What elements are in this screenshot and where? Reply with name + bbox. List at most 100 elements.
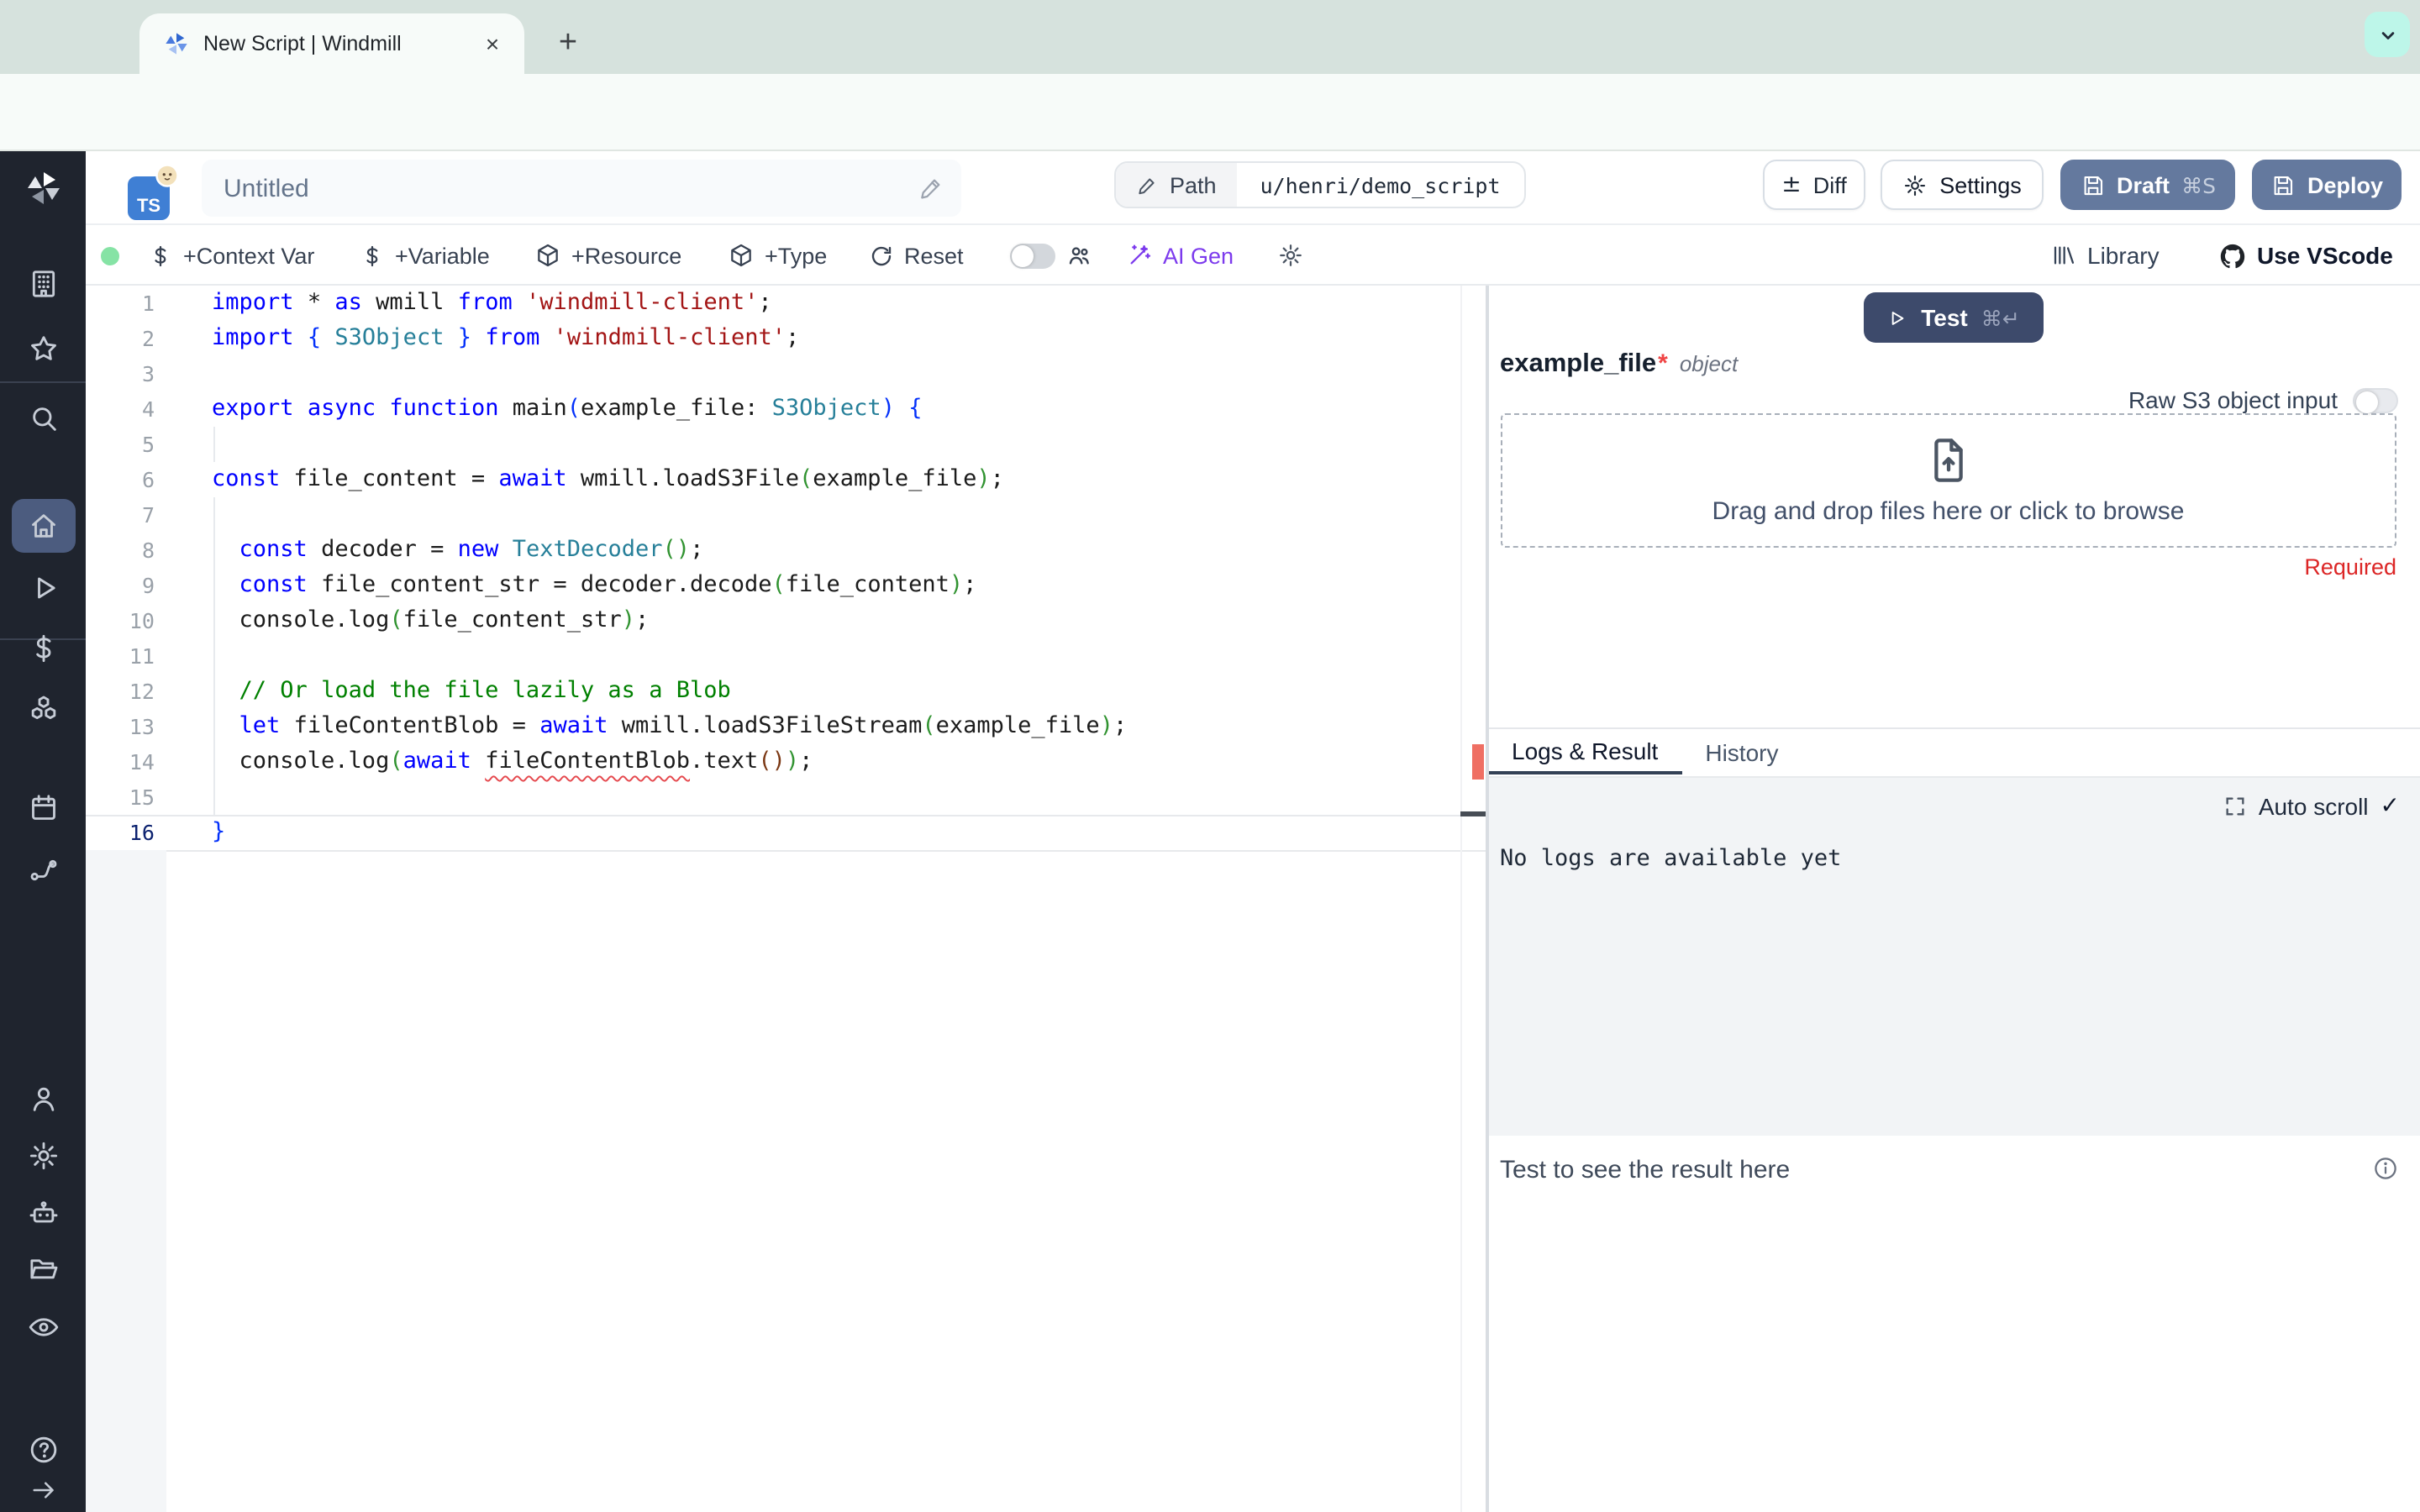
sidebar-item-home[interactable] [11,499,75,553]
info-icon[interactable] [2371,1153,2400,1182]
save-floppy-icon [2083,175,2102,195]
tab-close-icon[interactable]: × [477,29,508,59]
sidebar-item-help-question[interactable] [26,1433,60,1467]
path-value: u/henri/demo_script [1260,172,1501,197]
code-line[interactable] [212,427,1127,462]
add-type-button[interactable]: +Type [728,225,827,286]
file-dropzone[interactable]: Drag and drop files here or click to bro… [1500,413,2396,548]
sidebar-item-settings-gear[interactable] [26,1139,60,1173]
draft-shortcut: ⌘S [2181,172,2216,197]
test-button[interactable]: Test ⌘↵ [1863,292,2043,343]
script-title-input[interactable]: Untitled [202,160,961,217]
play-icon [1891,311,1904,324]
sidebar-item-variables-dollar[interactable] [26,632,60,665]
ai-gen-button[interactable]: AI Gen [1126,225,1234,286]
code-line[interactable] [212,780,1127,815]
toggle-off[interactable] [1010,243,1055,268]
expand-icon[interactable] [2223,794,2247,817]
code-line[interactable]: export async function main(example_file:… [212,391,1127,427]
code-line[interactable]: const file_content_str = decoder.decode(… [212,568,1127,603]
reset-button[interactable]: Reset [869,225,964,286]
diff-label: Diff [1812,172,1847,197]
autoscroll-label: Auto scroll [2258,792,2369,819]
code-line[interactable] [212,638,1127,674]
path-button[interactable]: Path u/henri/demo_script [1114,161,1526,208]
sidebar-item-workers-robot[interactable] [26,1196,60,1230]
editor-settings-gear-icon[interactable] [1277,242,1304,269]
collab-toggle[interactable] [1010,225,1055,286]
bun-runtime-icon [155,164,179,187]
sidebar-item-flows-route[interactable] [26,853,60,887]
deploy-button[interactable]: Deploy [2252,160,2402,210]
sidebar-item-resources-cubes[interactable] [26,692,60,726]
argument-type: object [1679,351,1739,376]
sidebar-item-favorites-star[interactable] [26,333,60,366]
code-line[interactable]: } [212,815,1127,850]
code-line[interactable]: const decoder = new TextDecoder(); [212,533,1127,568]
sidebar-item-workspace-building[interactable] [26,267,60,301]
sidebar-item-folders-folder[interactable] [26,1252,60,1285]
editor-toolbar: +Context Var +Variable +Resource +Type R… [86,225,2420,286]
line-number: 14 [129,749,155,774]
sidebar-item-users-person[interactable] [26,1082,60,1116]
use-vscode-label: Use VScode [2257,242,2393,269]
argument-header: example_file * object [1500,349,1738,380]
code-line[interactable]: // Or load the file lazily as a Blob [212,674,1127,709]
users-icon[interactable] [1065,242,1092,269]
sidebar-item-windmill-logo[interactable] [23,168,63,208]
tab-history[interactable]: History [1681,729,1802,774]
line-number: 15 [129,785,155,810]
app-sidebar [0,151,86,1512]
tab-search-button[interactable] [2365,12,2410,57]
use-vscode-button[interactable]: Use VScode [2218,225,2393,286]
diff-button[interactable]: ± Diff [1763,160,1865,210]
add-variable-button[interactable]: +Variable [360,225,490,286]
code-line[interactable]: console.log(file_content_str); [212,603,1127,638]
sidebar-item-expand-sidebar-arrow[interactable] [28,1475,58,1505]
code-line[interactable]: const file_content = await wmill.loadS3F… [212,462,1127,497]
add-context-var-label: +Context Var [183,243,315,268]
new-tab-button[interactable]: + [546,22,590,66]
refresh-icon [871,245,892,265]
overview-ruler [1460,286,1462,1512]
line-number: 5 [141,432,155,457]
windmill-favicon [166,33,187,55]
add-context-var-button[interactable]: +Context Var [148,225,314,286]
line-number: 6 [141,467,155,492]
code-content[interactable]: import * as wmill from 'windmill-client'… [212,286,1127,850]
line-number: 4 [141,396,155,422]
raw-s3-toggle[interactable] [2353,387,2398,412]
autoscroll-control[interactable]: Auto scroll ✓ [2223,792,2400,819]
settings-button[interactable]: Settings [1881,160,2044,210]
code-line[interactable]: console.log(await fileContentBlob.text()… [212,744,1127,780]
library-button[interactable]: Library [2050,225,2160,286]
add-resource-label: +Resource [571,243,682,268]
edit-pencil-icon[interactable] [918,175,944,202]
browser-tab[interactable]: New Script | Windmill × [139,13,524,74]
sidebar-item-runs-play[interactable] [26,571,60,605]
sidebar-item-search[interactable] [26,402,60,435]
code-line[interactable]: import { S3Object } from 'windmill-clien… [212,321,1127,356]
sidebar-item-audit-logs-eye[interactable] [26,1310,60,1344]
pencil-icon [1139,177,1155,194]
line-number: 11 [129,643,155,669]
logs-empty-message: No logs are available yet [1500,844,1842,871]
add-resource-button[interactable]: +Resource [534,225,681,286]
code-line[interactable]: let fileContentBlob = await wmill.loadS3… [212,709,1127,744]
sidebar-item-schedules-calendar[interactable] [26,791,60,825]
code-line[interactable] [212,497,1127,533]
dropzone-label: Drag and drop files here or click to bro… [1712,497,2185,526]
tab-logs-result[interactable]: Logs & Result [1488,729,1682,774]
code-line[interactable] [212,356,1127,391]
draft-label: Draft [2117,172,2170,197]
required-asterisk: * [1658,349,1668,378]
draft-button[interactable]: Draft ⌘S [2060,160,2235,210]
tab-title: New Script | Windmill [203,32,402,55]
code-line[interactable]: import * as wmill from 'windmill-client'… [212,286,1127,321]
cursor-position-marker [1460,811,1486,816]
check-icon: ✓ [2380,792,2400,819]
settings-label: Settings [1939,172,2022,197]
result-section: Test to see the result here [1488,1135,2420,1512]
add-variable-label: +Variable [395,243,490,268]
code-editor[interactable]: 1 2 3 4 5 6 7 8 9 10 11 12 13 14 15 16 import * as wmil… [86,286,1486,1512]
